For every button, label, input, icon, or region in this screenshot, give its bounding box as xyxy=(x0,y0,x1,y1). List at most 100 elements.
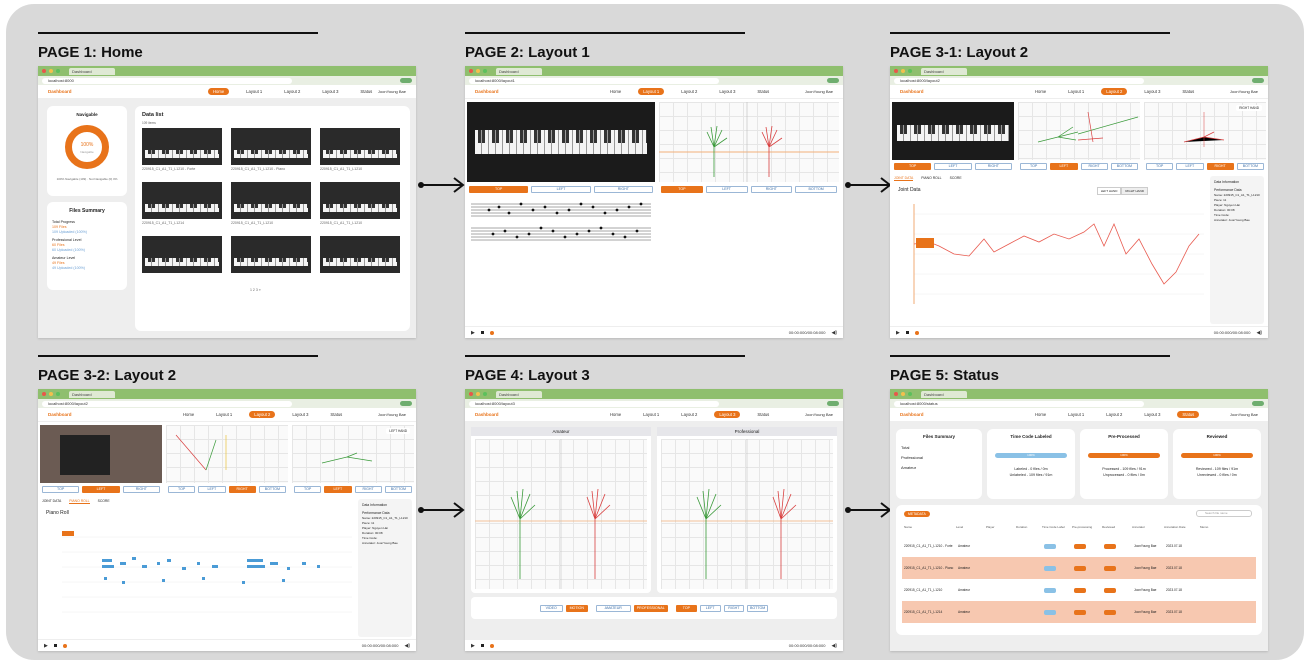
record-icon[interactable] xyxy=(489,643,494,648)
view-left-button[interactable]: LEFT xyxy=(198,486,226,493)
nav-status[interactable]: Status xyxy=(1177,88,1199,95)
minimize-dot-icon[interactable] xyxy=(49,69,53,73)
motion-button[interactable]: MOTION xyxy=(565,604,588,612)
play-icon[interactable]: ▶ xyxy=(896,330,900,336)
stop-icon[interactable] xyxy=(480,644,484,647)
view-right-button[interactable]: RIGHT xyxy=(1206,163,1234,170)
col-annotation-date[interactable]: Annotation Date xyxy=(1164,525,1200,529)
amateur-button[interactable]: AMATEUR xyxy=(596,604,631,612)
view-left-button[interactable]: LEFT xyxy=(82,486,120,493)
nav-layout1[interactable]: Layout 1 xyxy=(211,411,237,418)
list-item-thumb[interactable] xyxy=(231,236,311,273)
list-item-name[interactable]: 220915_C1_A1_T1_L1214 xyxy=(142,221,184,225)
view-top-button[interactable]: TOP xyxy=(42,486,80,493)
view-top-button[interactable]: TOP xyxy=(168,486,196,493)
record-icon[interactable] xyxy=(62,643,67,648)
view-bottom-button[interactable]: BOTTOM xyxy=(384,486,412,493)
list-item-thumb[interactable] xyxy=(320,236,400,273)
user-menu[interactable]: JoonYoung Bae xyxy=(1230,412,1258,417)
view-top-button[interactable]: TOP xyxy=(894,163,932,170)
profile-pill[interactable] xyxy=(827,78,839,83)
maximize-dot-icon[interactable] xyxy=(908,392,912,396)
view-right-button[interactable]: RIGHT xyxy=(122,486,160,493)
app-logo[interactable]: Dashboard xyxy=(900,412,990,417)
browser-tab[interactable]: Dashboard xyxy=(496,67,542,75)
row-reviewed-badge[interactable] xyxy=(1104,609,1116,615)
col-preprocessing[interactable]: Pre-processing xyxy=(1072,525,1102,529)
user-menu[interactable]: JoonYoung Bae xyxy=(805,412,833,417)
nav-status[interactable]: Status xyxy=(752,411,774,418)
col-annotator[interactable]: Annotator xyxy=(1132,525,1164,529)
nav-layout1[interactable]: Layout 1 xyxy=(1063,88,1089,95)
nav-layout2[interactable]: Layout 2 xyxy=(1101,411,1127,418)
close-dot-icon[interactable] xyxy=(894,392,898,396)
nav-layout3[interactable]: Layout 3 xyxy=(287,411,313,418)
app-logo[interactable]: Dashboard xyxy=(475,89,565,94)
view-top-button[interactable]: TOP xyxy=(676,604,697,612)
view-right-button[interactable]: RIGHT xyxy=(593,186,653,193)
view-right-button[interactable]: RIGHT xyxy=(354,486,382,493)
nav-layout3[interactable]: Layout 3 xyxy=(1139,88,1165,95)
browser-tab[interactable]: Dashboard xyxy=(69,390,115,398)
professional-motion-view[interactable] xyxy=(661,439,833,589)
row-preprocessing-badge[interactable] xyxy=(1074,565,1086,571)
view-left-button[interactable]: LEFT xyxy=(1176,163,1204,170)
profile-pill[interactable] xyxy=(400,401,412,406)
left-hand-badge[interactable]: LEFT HAND xyxy=(386,428,410,434)
view-bottom-button[interactable]: BOTTOM xyxy=(1110,163,1138,170)
profile-pill[interactable] xyxy=(400,78,412,83)
motion-view-left[interactable] xyxy=(166,425,288,483)
table-row[interactable]: 220915_C1_A1_T1_L1210 Amateur JoonYoung … xyxy=(902,579,1256,601)
piano-roll-chart[interactable]: Piano Roll xyxy=(42,507,356,637)
user-menu[interactable]: JoonYoung Bae xyxy=(378,412,406,417)
close-dot-icon[interactable] xyxy=(42,392,46,396)
app-logo[interactable]: Dashboard xyxy=(48,412,138,417)
nav-layout3[interactable]: Layout 3 xyxy=(317,88,343,95)
view-left-button[interactable]: LEFT xyxy=(1050,163,1078,170)
volume-icon[interactable]: ◀) xyxy=(1256,330,1262,336)
row-timecode-badge[interactable] xyxy=(1044,565,1056,571)
nav-layout2[interactable]: Layout 2 xyxy=(249,411,276,418)
address-bar[interactable]: localhost:8000/layout3 xyxy=(469,400,719,407)
volume-icon[interactable]: ◀) xyxy=(831,330,837,336)
view-left-button[interactable]: LEFT xyxy=(324,486,352,493)
row-reviewed-badge[interactable] xyxy=(1104,543,1116,549)
motion-view[interactable] xyxy=(659,102,839,182)
minimize-dot-icon[interactable] xyxy=(476,69,480,73)
nav-layout1[interactable]: Layout 1 xyxy=(1063,411,1089,418)
browser-tab[interactable]: Dashboard xyxy=(496,390,542,398)
view-top-button[interactable]: TOP xyxy=(661,186,703,193)
address-bar[interactable]: localhost:8000/layout2 xyxy=(894,77,1144,84)
list-item-name[interactable]: 220915_C1_A1_T1_L1210 - Forte xyxy=(142,167,195,171)
nav-home[interactable]: Home xyxy=(178,411,199,418)
view-bottom-button[interactable]: BOTTOM xyxy=(258,486,286,493)
right-hand-badge[interactable]: RIGHT HAND xyxy=(1236,105,1262,111)
nav-home[interactable]: Home xyxy=(605,411,626,418)
row-timecode-badge[interactable] xyxy=(1044,543,1056,549)
play-icon[interactable]: ▶ xyxy=(44,643,48,649)
browser-tab[interactable]: Dashboard xyxy=(921,390,967,398)
user-menu[interactable]: JoonYoung Bae xyxy=(378,89,406,94)
search-input[interactable]: Search file name xyxy=(1196,510,1252,517)
col-duration[interactable]: Duration xyxy=(1016,525,1042,529)
amateur-motion-view[interactable] xyxy=(475,439,647,589)
address-bar[interactable]: localhost:8000/layout2 xyxy=(42,400,292,407)
play-icon[interactable]: ▶ xyxy=(471,330,475,336)
list-item-name[interactable]: 220915_C1_A1_T1_L1210 xyxy=(320,221,362,225)
nav-layout2[interactable]: Layout 2 xyxy=(1101,88,1128,95)
browser-tab[interactable]: Dashboard xyxy=(921,67,967,75)
nav-layout1[interactable]: Layout 1 xyxy=(241,88,267,95)
view-right-button[interactable]: RIGHT xyxy=(228,486,256,493)
close-dot-icon[interactable] xyxy=(42,69,46,73)
tab-score[interactable]: SCORE xyxy=(950,176,962,181)
view-left-button[interactable]: LEFT xyxy=(699,604,721,612)
record-icon[interactable] xyxy=(914,330,919,335)
nav-layout2[interactable]: Layout 2 xyxy=(279,88,305,95)
list-item-thumb[interactable] xyxy=(231,182,311,219)
piano-video[interactable] xyxy=(892,102,1014,160)
col-timecode[interactable]: Time Code Label xyxy=(1042,525,1072,529)
row-preprocessing-badge[interactable] xyxy=(1074,543,1086,549)
app-logo[interactable]: Dashboard xyxy=(475,412,565,417)
professional-button[interactable]: PROFESSIONAL xyxy=(633,604,668,612)
close-dot-icon[interactable] xyxy=(469,392,473,396)
